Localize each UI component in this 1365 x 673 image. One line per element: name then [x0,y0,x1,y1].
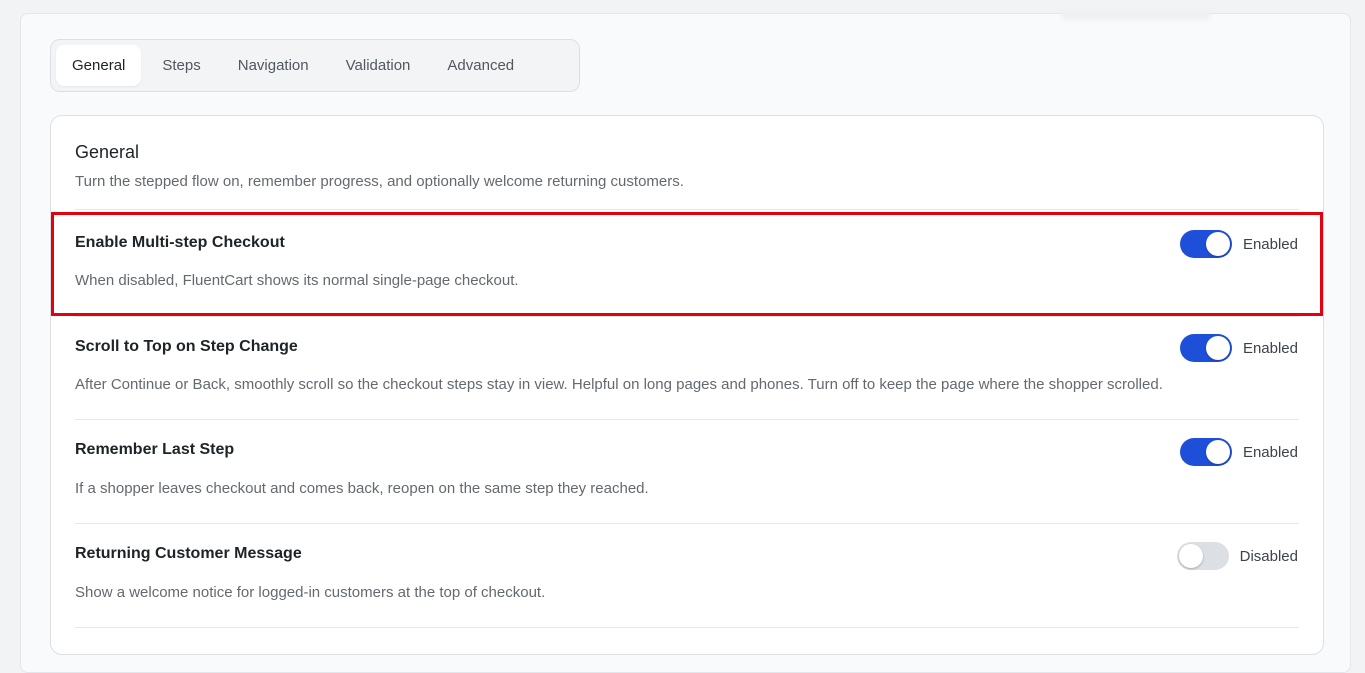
toggle-knob [1205,440,1230,464]
setting-description: If a shopper leaves checkout and comes b… [75,480,649,497]
section-description: Turn the stepped flow on, remember progr… [75,173,684,190]
settings-tabs: General Steps Navigation Validation Adva… [50,39,580,92]
tab-general[interactable]: General [56,45,142,86]
setting-title: Enable Multi-step Checkout [75,234,285,251]
setting-title: Returning Customer Message [75,545,302,562]
setting-title: Remember Last Step [75,441,235,458]
setting-description: After Continue or Back, smoothly scroll … [75,376,1163,393]
divider [75,316,1299,317]
setting-title: Scroll to Top on Step Change [75,338,298,355]
section-title: General [75,142,140,162]
toggle-state-label: Enabled [1242,443,1298,461]
scroll-top-toggle[interactable] [1179,334,1232,362]
toggle-knob [1178,544,1203,568]
divider [75,523,1299,524]
divider [75,209,1299,210]
remember-step-toggle[interactable] [1179,438,1232,466]
setting-description: When disabled, FluentCart shows its norm… [75,272,519,289]
setting-description: Show a welcome notice for logged-in cust… [75,584,546,601]
toggle-knob [1205,232,1230,256]
returning-message-toggle[interactable] [1176,542,1229,570]
tab-advanced[interactable]: Advanced [431,45,530,86]
settings-panel: General Steps Navigation Validation Adva… [20,10,1351,673]
divider [75,419,1299,420]
toggle-knob [1205,336,1230,360]
tab-navigation[interactable]: Navigation [222,45,325,86]
tab-validation[interactable]: Validation [330,45,427,86]
tab-steps[interactable]: Steps [146,45,216,86]
multistep-toggle[interactable] [1179,230,1232,258]
toggle-state-label: Enabled [1242,339,1298,357]
toggle-state-label: Disabled [1239,547,1298,565]
divider [75,627,1299,628]
top-decoration [1061,10,1211,20]
general-settings-card: General Turn the stepped flow on, rememb… [50,115,1324,655]
toggle-state-label: Enabled [1242,235,1298,253]
